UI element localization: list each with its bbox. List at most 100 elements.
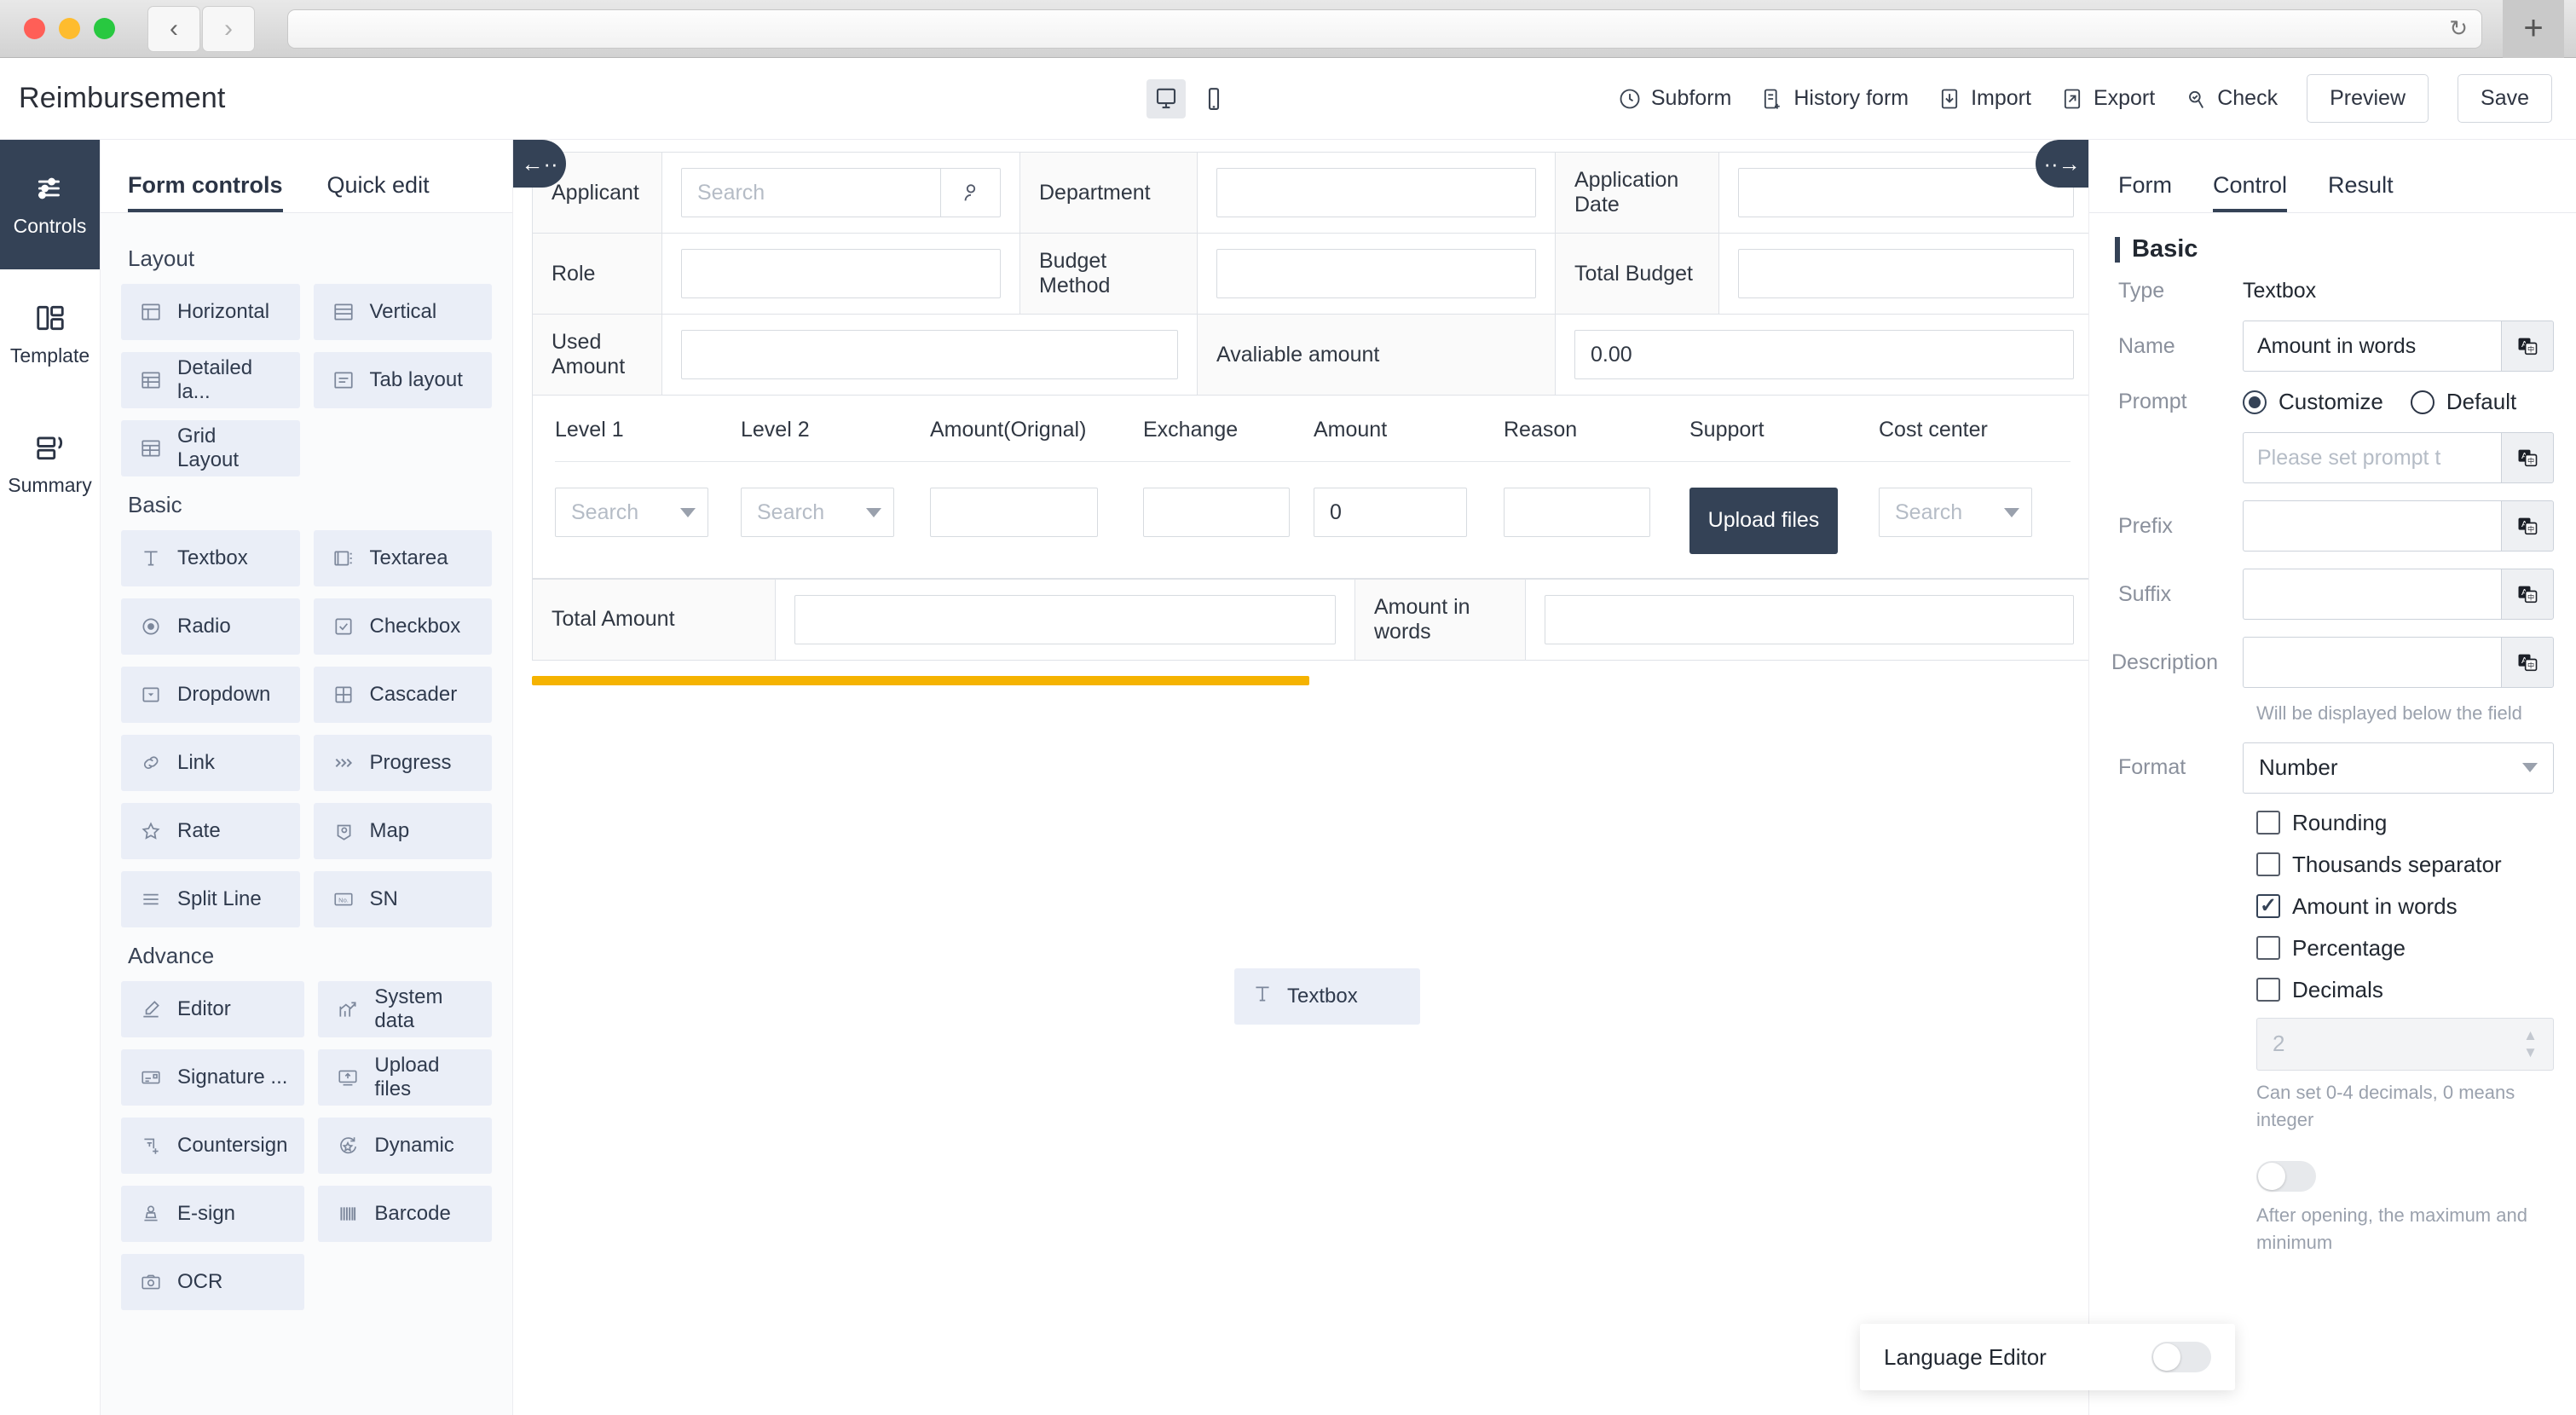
translate-icon[interactable]: A中 — [2501, 569, 2554, 620]
forward-icon[interactable]: › — [202, 5, 255, 52]
decimals-stepper[interactable]: 2 ▲ ▼ — [2256, 1017, 2554, 1071]
checkbox-percentage[interactable]: Percentage — [2089, 927, 2576, 969]
upload-files-button[interactable]: Upload files — [1689, 488, 1838, 554]
level-1-select[interactable]: Search — [555, 488, 708, 537]
department-input[interactable] — [1216, 168, 1536, 217]
amount-input[interactable]: 0 — [1314, 488, 1467, 537]
palette-item-ocr[interactable]: OCR — [121, 1254, 305, 1310]
application-date-input[interactable] — [1738, 168, 2074, 217]
checkbox-percentage-box[interactable] — [2256, 936, 2280, 961]
maximize-window-button[interactable] — [94, 18, 115, 39]
palette-item-link[interactable]: Link — [121, 735, 300, 791]
export-action[interactable]: Export — [2060, 86, 2155, 111]
checkbox-rounding[interactable]: Rounding — [2089, 802, 2576, 844]
language-editor-toggle[interactable] — [2151, 1342, 2211, 1372]
exchange-input[interactable] — [1143, 488, 1290, 537]
history-form-action[interactable]: History form — [1760, 86, 1909, 111]
palette-item-progress[interactable]: Progress — [313, 735, 492, 791]
rail-item-template[interactable]: Template — [0, 269, 100, 399]
prefix-field[interactable] — [2243, 500, 2501, 552]
palette-item-dropdown[interactable]: Dropdown — [121, 667, 300, 723]
maxmin-toggle[interactable] — [2256, 1160, 2316, 1192]
palette-item-barcode[interactable]: Barcode — [318, 1186, 492, 1242]
translate-icon[interactable]: A中 — [2501, 321, 2554, 372]
palette-item-horizontal[interactable]: Horizontal — [121, 284, 300, 340]
subform-action[interactable]: Subform — [1618, 86, 1731, 111]
palette-item-cascader[interactable]: Cascader — [313, 667, 492, 723]
palette-item-textarea[interactable]: Textarea — [313, 530, 492, 586]
description-field[interactable] — [2243, 637, 2501, 688]
palette-item-radio[interactable]: Radio — [121, 598, 300, 655]
available-amount-input[interactable]: 0.00 — [1574, 330, 2074, 379]
minimize-window-button[interactable] — [59, 18, 80, 39]
rail-item-summary[interactable]: Summary — [0, 399, 100, 528]
reason-input[interactable] — [1504, 488, 1650, 537]
cost-center-select[interactable]: Search — [1879, 488, 2032, 537]
import-action[interactable]: Import — [1938, 86, 2031, 111]
applicant-search-input[interactable]: Search — [681, 168, 1001, 217]
palette-item-countersign[interactable]: Countersign — [121, 1118, 305, 1174]
name-field[interactable]: Amount in words — [2243, 321, 2501, 372]
checkbox-thousands-separator-box[interactable] — [2256, 852, 2280, 877]
palette-item-grid-layout[interactable]: Grid Layout — [121, 420, 300, 476]
checkbox-amount-in-words-box[interactable] — [2256, 894, 2280, 919]
palette-item-dynamic[interactable]: Dynamic — [318, 1118, 492, 1174]
check-action[interactable]: Check — [2184, 86, 2278, 111]
amount-original-input[interactable] — [930, 488, 1098, 537]
checkbox-decimals-box[interactable] — [2256, 978, 2280, 1002]
translate-icon[interactable]: A中 — [2501, 500, 2554, 552]
format-select[interactable]: Number — [2243, 742, 2554, 794]
tab-form[interactable]: Form — [2118, 172, 2172, 212]
budget-method-input[interactable] — [1216, 249, 1536, 298]
level-2-select[interactable]: Search — [741, 488, 894, 537]
close-window-button[interactable] — [24, 18, 45, 39]
palette-item-sn[interactable]: No. SN — [313, 871, 492, 927]
palette-item-tab-layout[interactable]: Tab layout — [313, 352, 492, 408]
arrow-right-collapse[interactable]: ··→ — [2036, 140, 2088, 188]
new-tab-button[interactable]: + — [2503, 0, 2564, 58]
rail-item-controls[interactable]: Controls — [0, 140, 100, 269]
role-input[interactable] — [681, 249, 1001, 298]
checkbox-decimals[interactable]: Decimals — [2089, 969, 2576, 1011]
save-button[interactable]: Save — [2458, 74, 2552, 123]
arrow-left-collapse[interactable]: ←·· — [513, 140, 566, 188]
palette-item-rate[interactable]: Rate — [121, 803, 300, 859]
palette-item-detailed-layout[interactable]: Detailed la... — [121, 352, 300, 408]
palette-item-editor[interactable]: Editor — [121, 981, 305, 1037]
radio-default[interactable] — [2410, 390, 2434, 414]
radio-customize[interactable] — [2243, 390, 2267, 414]
palette-item-split-line[interactable]: Split Line — [121, 871, 300, 927]
tab-form-controls[interactable]: Form controls — [128, 172, 283, 212]
mobile-icon[interactable] — [1194, 79, 1233, 118]
palette-item-upload-files[interactable]: Upload files — [318, 1049, 492, 1106]
palette-item-system-data[interactable]: System data — [318, 981, 492, 1037]
tab-quick-edit[interactable]: Quick edit — [327, 172, 430, 212]
tab-control[interactable]: Control — [2213, 172, 2288, 212]
used-amount-input[interactable] — [681, 330, 1178, 379]
palette-item-vertical[interactable]: Vertical — [313, 284, 492, 340]
palette-item-textbox[interactable]: Textbox — [121, 530, 300, 586]
stepper-arrows-icon[interactable]: ▲ ▼ — [2523, 1028, 2538, 1060]
address-bar[interactable]: ↻ — [287, 9, 2482, 49]
total-amount-input[interactable] — [794, 594, 1336, 644]
back-icon[interactable]: ‹ — [147, 5, 200, 52]
reload-icon[interactable]: ↻ — [2449, 15, 2468, 42]
person-icon[interactable] — [940, 169, 1000, 217]
palette-item-map[interactable]: Map — [313, 803, 492, 859]
checkbox-rounding-box[interactable] — [2256, 811, 2280, 835]
prompt-text-field[interactable]: Please set prompt t — [2243, 432, 2501, 483]
checkbox-amount-in-words[interactable]: Amount in words — [2089, 886, 2576, 927]
tab-result[interactable]: Result — [2328, 172, 2394, 212]
palette-item-e-sign[interactable]: E-sign — [121, 1186, 305, 1242]
checkbox-thousands-separator[interactable]: Thousands separator — [2089, 844, 2576, 886]
preview-button[interactable]: Preview — [2307, 74, 2429, 123]
field-cell-total-budget — [1718, 233, 2088, 315]
translate-icon[interactable]: A中 — [2501, 637, 2554, 688]
amount-in-words-input[interactable] — [1545, 594, 2074, 644]
palette-item-signature[interactable]: Signature ... — [121, 1049, 305, 1106]
translate-icon[interactable]: A中 — [2501, 432, 2554, 483]
desktop-icon[interactable] — [1146, 78, 1186, 118]
palette-item-checkbox[interactable]: Checkbox — [313, 598, 492, 655]
suffix-field[interactable] — [2243, 569, 2501, 620]
total-budget-input[interactable] — [1738, 249, 2074, 298]
